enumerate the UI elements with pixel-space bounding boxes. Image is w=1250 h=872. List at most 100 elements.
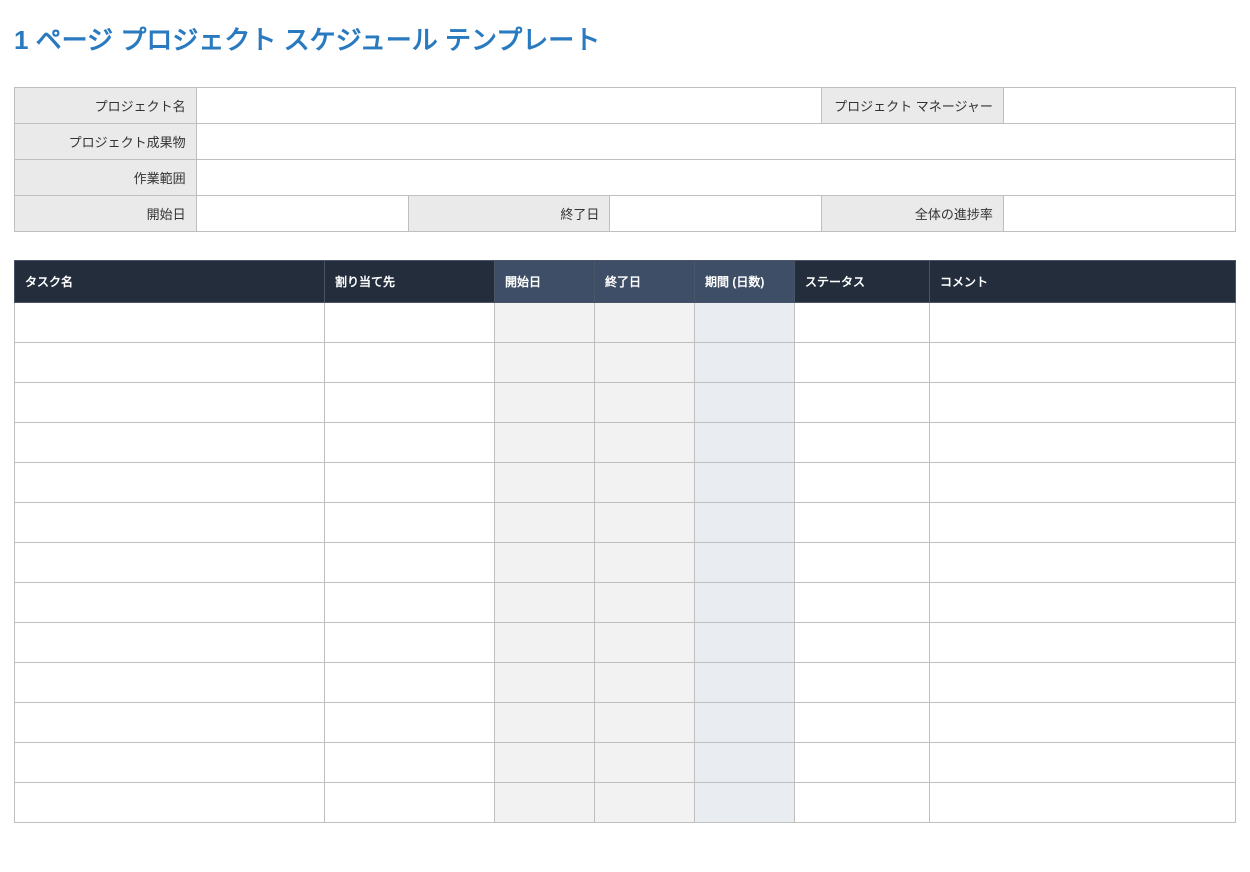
comment-cell[interactable] (930, 343, 1236, 383)
assigned-cell[interactable] (325, 503, 495, 543)
duration-cell[interactable] (695, 583, 795, 623)
status-cell[interactable] (795, 623, 930, 663)
status-cell[interactable] (795, 663, 930, 703)
assigned-cell[interactable] (325, 383, 495, 423)
duration-cell[interactable] (695, 703, 795, 743)
status-cell[interactable] (795, 783, 930, 823)
progress-value[interactable] (1003, 196, 1235, 232)
start-date-cell[interactable] (495, 783, 595, 823)
task-name-cell[interactable] (15, 663, 325, 703)
start-date-value[interactable] (196, 196, 408, 232)
status-cell[interactable] (795, 343, 930, 383)
assigned-cell[interactable] (325, 623, 495, 663)
duration-cell[interactable] (695, 783, 795, 823)
status-cell[interactable] (795, 503, 930, 543)
status-cell[interactable] (795, 463, 930, 503)
task-name-cell[interactable] (15, 743, 325, 783)
duration-cell[interactable] (695, 463, 795, 503)
duration-cell[interactable] (695, 423, 795, 463)
comment-cell[interactable] (930, 383, 1236, 423)
task-name-cell[interactable] (15, 783, 325, 823)
start-date-cell[interactable] (495, 463, 595, 503)
duration-cell[interactable] (695, 503, 795, 543)
duration-cell[interactable] (695, 743, 795, 783)
project-name-label: プロジェクト名 (15, 88, 197, 124)
comment-cell[interactable] (930, 583, 1236, 623)
duration-cell[interactable] (695, 543, 795, 583)
assigned-cell[interactable] (325, 423, 495, 463)
comment-cell[interactable] (930, 783, 1236, 823)
duration-cell[interactable] (695, 383, 795, 423)
comment-cell[interactable] (930, 303, 1236, 343)
status-cell[interactable] (795, 743, 930, 783)
end-date-cell[interactable] (595, 503, 695, 543)
start-date-cell[interactable] (495, 503, 595, 543)
assigned-cell[interactable] (325, 703, 495, 743)
start-date-cell[interactable] (495, 743, 595, 783)
end-date-cell[interactable] (595, 783, 695, 823)
end-date-cell[interactable] (595, 663, 695, 703)
duration-cell[interactable] (695, 303, 795, 343)
task-name-cell[interactable] (15, 423, 325, 463)
duration-cell[interactable] (695, 623, 795, 663)
end-date-cell[interactable] (595, 623, 695, 663)
end-date-cell[interactable] (595, 423, 695, 463)
comment-cell[interactable] (930, 623, 1236, 663)
assigned-cell[interactable] (325, 463, 495, 503)
start-date-cell[interactable] (495, 303, 595, 343)
assigned-cell[interactable] (325, 743, 495, 783)
end-date-cell[interactable] (595, 543, 695, 583)
end-date-cell[interactable] (595, 383, 695, 423)
status-cell[interactable] (795, 543, 930, 583)
end-date-cell[interactable] (595, 343, 695, 383)
comment-cell[interactable] (930, 503, 1236, 543)
assigned-cell[interactable] (325, 663, 495, 703)
comment-cell[interactable] (930, 743, 1236, 783)
assigned-cell[interactable] (325, 343, 495, 383)
comment-cell[interactable] (930, 423, 1236, 463)
duration-cell[interactable] (695, 343, 795, 383)
task-name-cell[interactable] (15, 383, 325, 423)
duration-cell[interactable] (695, 663, 795, 703)
start-date-cell[interactable] (495, 623, 595, 663)
task-name-cell[interactable] (15, 583, 325, 623)
start-date-cell[interactable] (495, 703, 595, 743)
scope-value[interactable] (196, 160, 1235, 196)
end-date-cell[interactable] (595, 303, 695, 343)
assigned-cell[interactable] (325, 303, 495, 343)
task-name-cell[interactable] (15, 503, 325, 543)
status-cell[interactable] (795, 303, 930, 343)
start-date-cell[interactable] (495, 663, 595, 703)
start-date-cell[interactable] (495, 343, 595, 383)
task-name-cell[interactable] (15, 623, 325, 663)
assigned-cell[interactable] (325, 783, 495, 823)
task-name-cell[interactable] (15, 463, 325, 503)
task-name-cell[interactable] (15, 703, 325, 743)
task-name-cell[interactable] (15, 303, 325, 343)
project-name-value[interactable] (196, 88, 822, 124)
status-cell[interactable] (795, 383, 930, 423)
comment-cell[interactable] (930, 703, 1236, 743)
task-name-cell[interactable] (15, 543, 325, 583)
end-date-cell[interactable] (595, 743, 695, 783)
end-date-cell[interactable] (595, 583, 695, 623)
status-cell[interactable] (795, 423, 930, 463)
project-manager-value[interactable] (1003, 88, 1235, 124)
start-date-cell[interactable] (495, 583, 595, 623)
task-name-cell[interactable] (15, 343, 325, 383)
assigned-cell[interactable] (325, 583, 495, 623)
status-cell[interactable] (795, 703, 930, 743)
assigned-cell[interactable] (325, 543, 495, 583)
status-cell[interactable] (795, 583, 930, 623)
start-date-cell[interactable] (495, 543, 595, 583)
comment-cell[interactable] (930, 663, 1236, 703)
start-date-cell[interactable] (495, 423, 595, 463)
end-date-cell[interactable] (595, 703, 695, 743)
deliverables-value[interactable] (196, 124, 1235, 160)
start-date-cell[interactable] (495, 383, 595, 423)
end-date-value[interactable] (610, 196, 822, 232)
comment-cell[interactable] (930, 543, 1236, 583)
comment-cell[interactable] (930, 463, 1236, 503)
task-row (15, 583, 1236, 623)
end-date-cell[interactable] (595, 463, 695, 503)
